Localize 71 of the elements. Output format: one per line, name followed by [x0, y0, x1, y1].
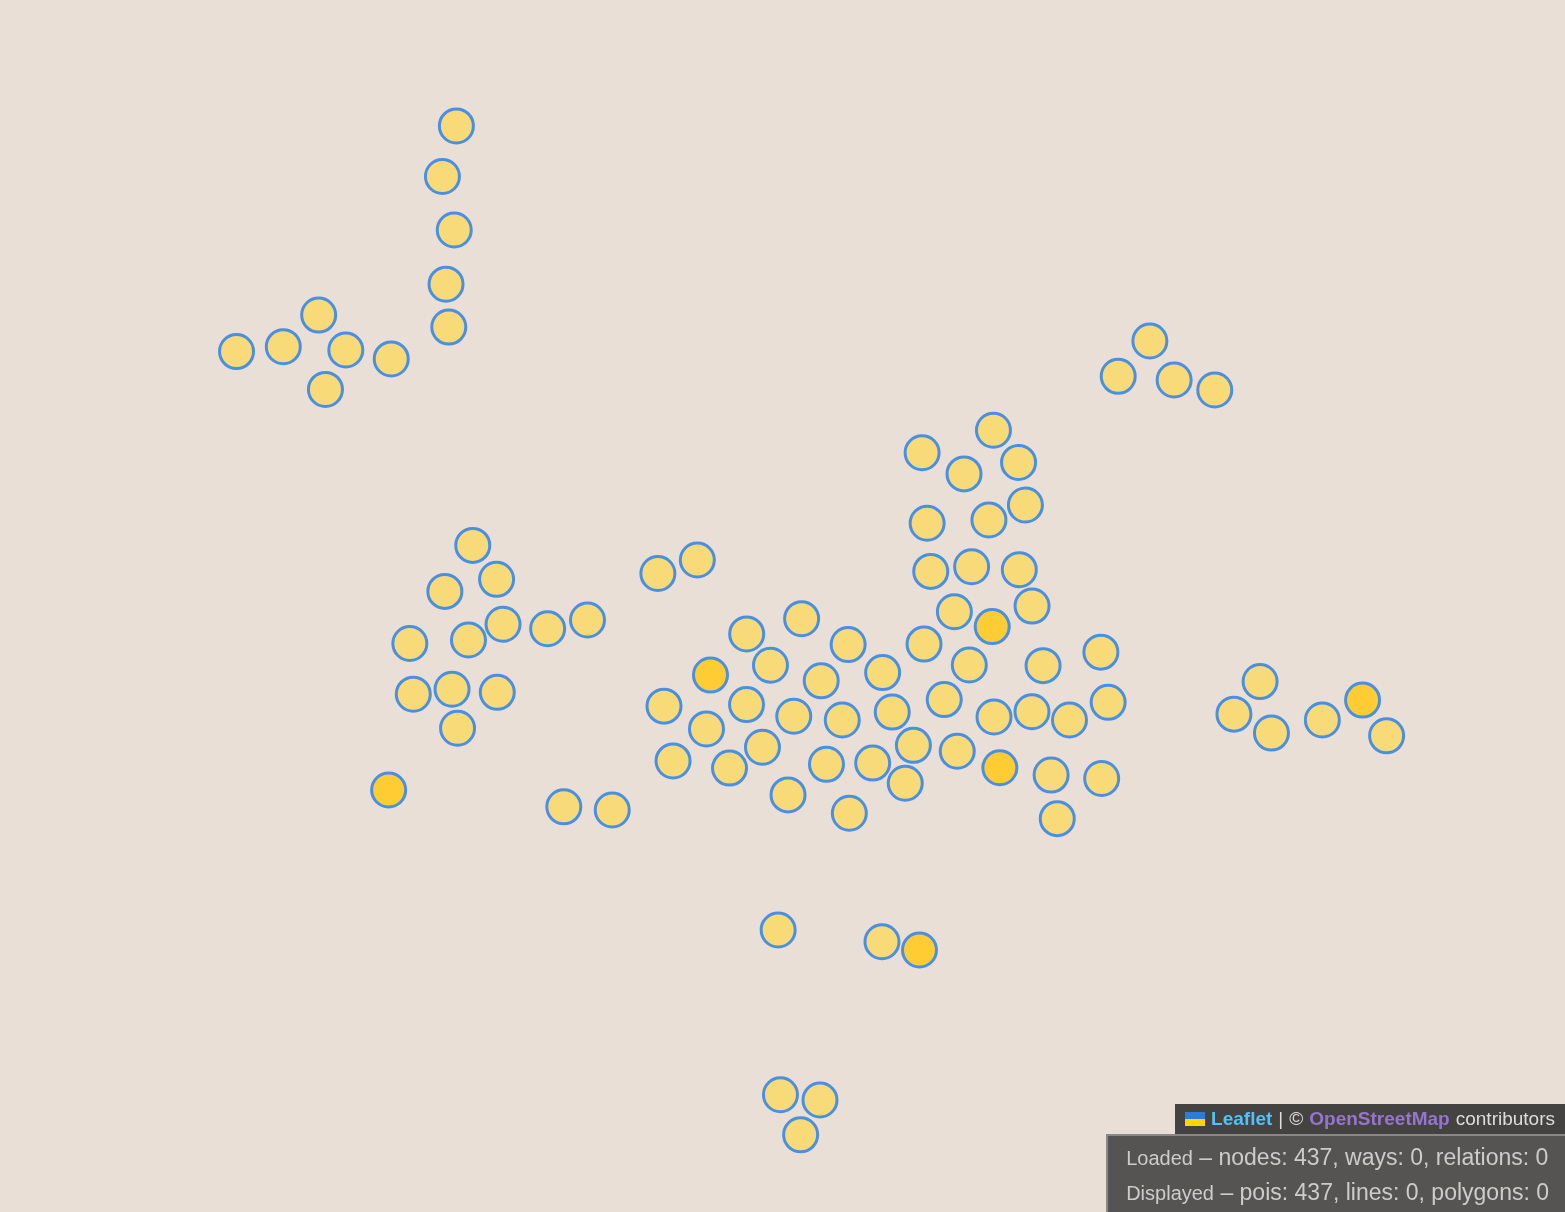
map-marker[interactable]: [873, 693, 911, 731]
map-marker[interactable]: [938, 732, 976, 770]
map-marker[interactable]: [970, 501, 1008, 539]
map-marker[interactable]: [950, 646, 988, 684]
map-marker[interactable]: [908, 504, 946, 542]
map-marker[interactable]: [823, 701, 861, 739]
map-marker[interactable]: [478, 560, 516, 598]
map-marker[interactable]: [935, 593, 973, 631]
map-marker[interactable]: [370, 771, 408, 809]
attribution-text: contributors: [1455, 1108, 1555, 1130]
map-marker[interactable]: [529, 610, 567, 648]
map-marker[interactable]: [1032, 756, 1070, 794]
map-marker[interactable]: [1038, 800, 1076, 838]
map-marker[interactable]: [264, 328, 302, 366]
map-marker[interactable]: [802, 662, 840, 700]
map-marker[interactable]: [769, 776, 807, 814]
map-marker[interactable]: [759, 911, 797, 949]
map-marker[interactable]: [427, 265, 465, 303]
map-marker[interactable]: [435, 211, 473, 249]
map-marker[interactable]: [1024, 647, 1062, 685]
map-marker[interactable]: [654, 742, 692, 780]
map-marker[interactable]: [728, 615, 766, 653]
map-marker[interactable]: [1013, 693, 1051, 731]
map-marker[interactable]: [678, 541, 716, 579]
map-marker[interactable]: [894, 726, 932, 764]
map-marker[interactable]: [886, 764, 924, 802]
map-marker[interactable]: [372, 340, 410, 378]
map-marker[interactable]: [945, 455, 983, 493]
map-marker[interactable]: [1215, 695, 1253, 733]
map-marker[interactable]: [1368, 717, 1406, 755]
map-marker[interactable]: [1082, 633, 1120, 671]
map-marker[interactable]: [903, 434, 941, 472]
status-line: Displayed – pois: 437, lines: 0, polygons: 0: [1126, 1179, 1549, 1206]
map-marker[interactable]: [394, 675, 432, 713]
flag-icon: [1185, 1112, 1206, 1126]
map-marker[interactable]: [327, 331, 365, 369]
map-marker[interactable]: [1131, 322, 1169, 360]
map-marker[interactable]: [783, 600, 821, 638]
map-marker[interactable]: [1196, 371, 1234, 409]
separator: |: [1278, 1108, 1284, 1130]
map-marker[interactable]: [545, 788, 583, 826]
map-marker[interactable]: [905, 625, 943, 663]
map-marker[interactable]: [975, 698, 1013, 736]
map-marker[interactable]: [1089, 683, 1127, 721]
map-marker[interactable]: [645, 687, 683, 725]
map-marker[interactable]: [775, 697, 813, 735]
openstreetmap-link[interactable]: OpenStreetMap: [1309, 1108, 1450, 1130]
map-marker[interactable]: [801, 1081, 839, 1119]
map-marker[interactable]: [300, 296, 338, 334]
map-marker[interactable]: [1303, 701, 1341, 739]
map-marker[interactable]: [433, 670, 471, 708]
map-marker[interactable]: [1006, 486, 1044, 524]
map-marker[interactable]: [1013, 587, 1051, 625]
map-marker[interactable]: [830, 794, 868, 832]
map-marker[interactable]: [437, 107, 475, 145]
map-marker[interactable]: [478, 673, 516, 711]
copyright-sign: ©: [1289, 1108, 1304, 1130]
status-line: Loaded – nodes: 437, ways: 0, relations: 0: [1126, 1144, 1549, 1171]
leaflet-link[interactable]: Leaflet: [1211, 1108, 1273, 1130]
map-marker[interactable]: [484, 605, 522, 643]
map-marker[interactable]: [953, 548, 991, 586]
map-marker[interactable]: [1155, 361, 1193, 399]
map-marker[interactable]: [981, 749, 1019, 787]
map-marker[interactable]: [863, 923, 901, 961]
map-marker[interactable]: [593, 791, 631, 829]
map-marker[interactable]: [854, 744, 892, 782]
map-marker[interactable]: [430, 308, 468, 346]
map-placeholder[interactable]: [0, 0, 1565, 1212]
map-marker[interactable]: [782, 1116, 820, 1154]
map-marker[interactable]: [1099, 357, 1137, 395]
map-marker[interactable]: [1000, 551, 1038, 589]
